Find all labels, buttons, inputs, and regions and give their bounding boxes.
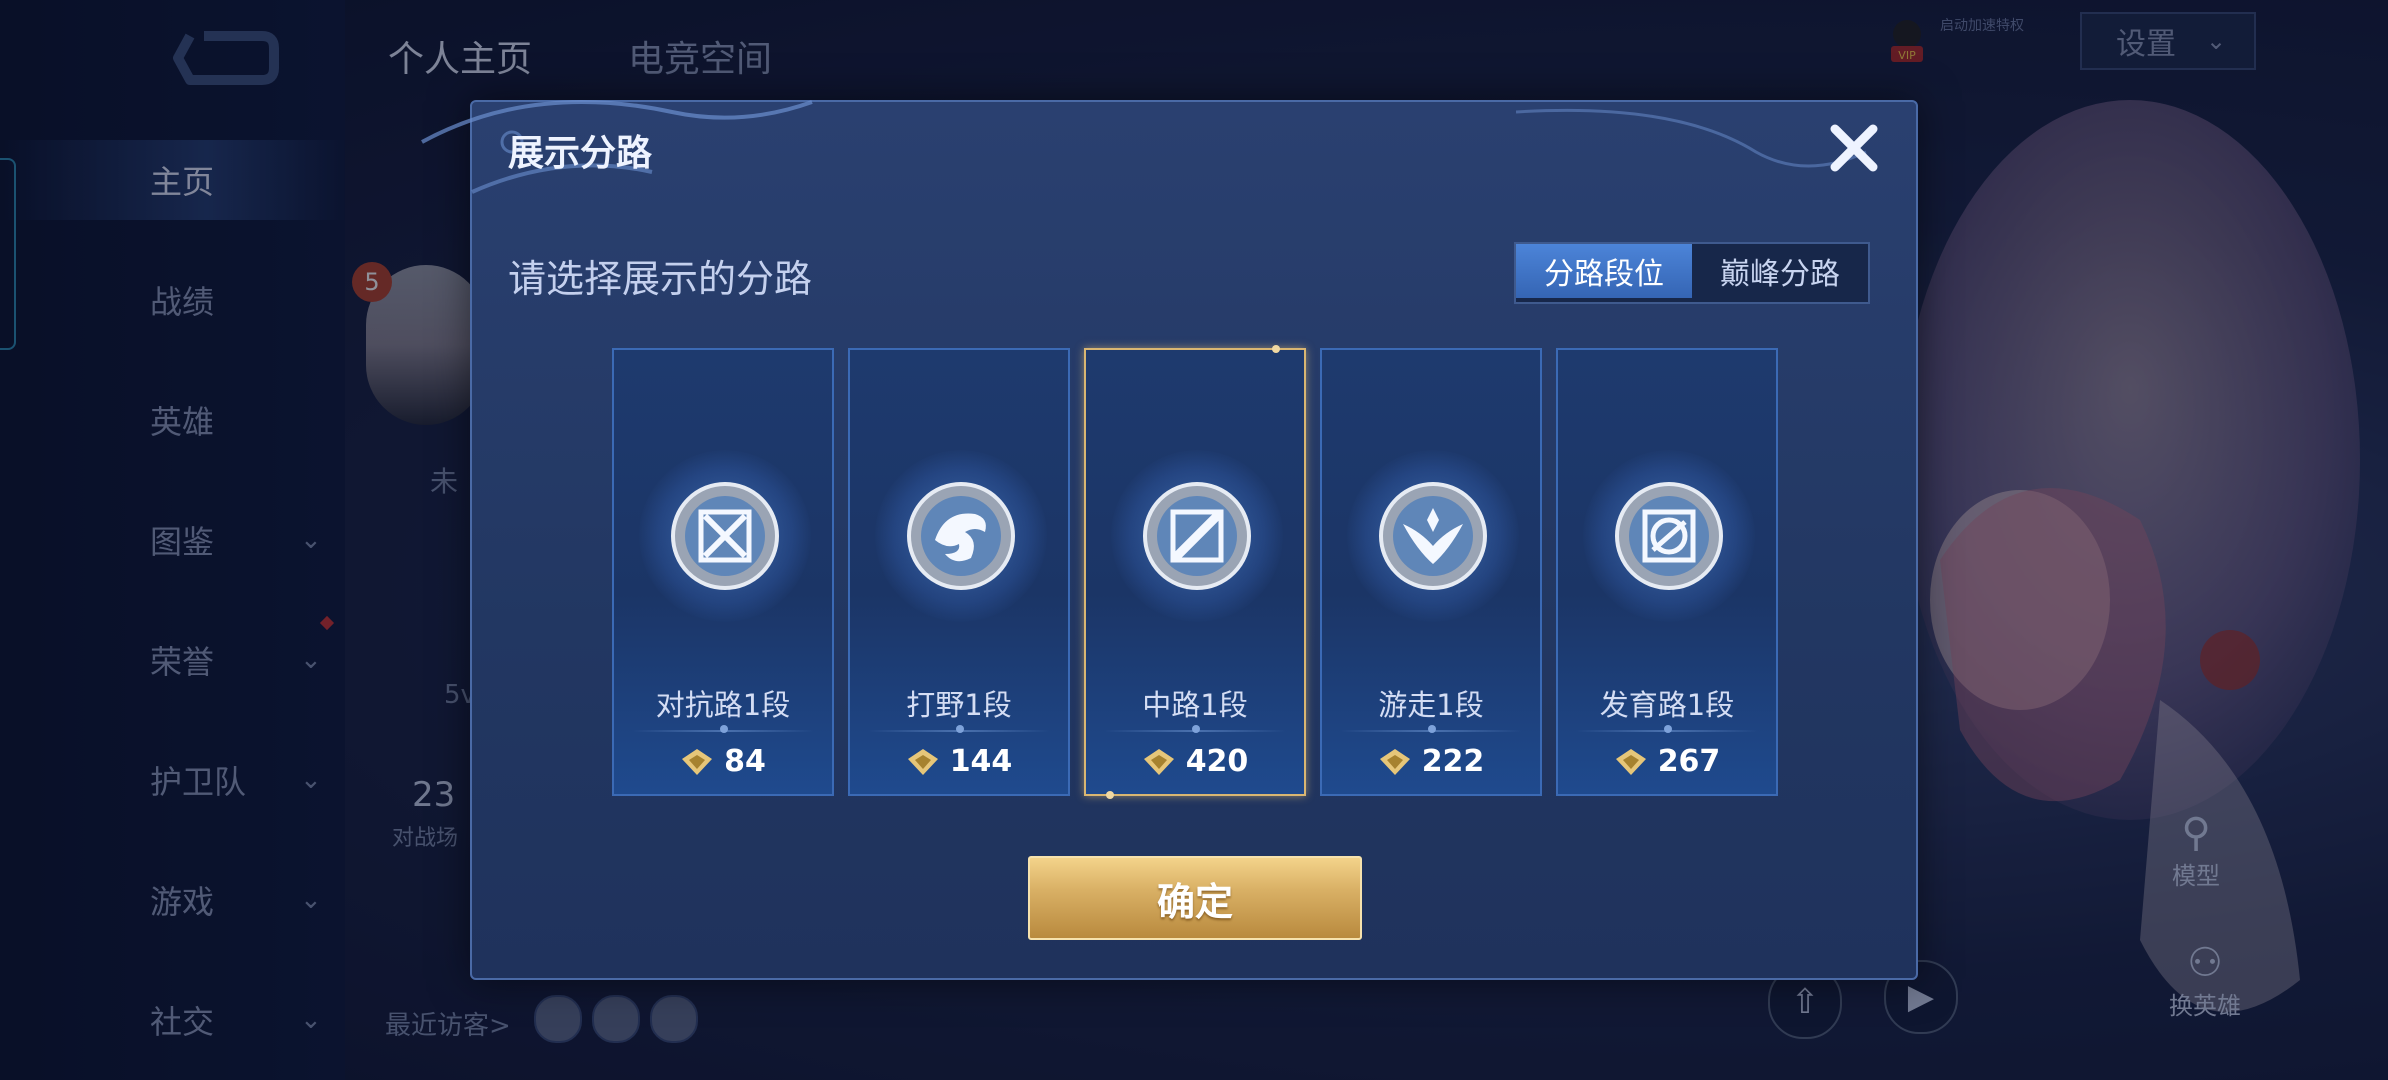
lane-score-value: 222 (1421, 744, 1485, 779)
lane-card-jungle[interactable]: 打野1段 144 (848, 348, 1070, 796)
lane-score-value: 267 (1657, 744, 1721, 779)
dialog-subtitle: 请选择展示的分路 (508, 257, 813, 301)
lane-score-value: 84 (724, 744, 766, 779)
lane-card-roam[interactable]: 游走1段 222 (1320, 348, 1542, 796)
dialog-title: 展示分路 (508, 133, 653, 174)
lane-score: 222 (1322, 744, 1540, 779)
corner-dot (1272, 345, 1280, 353)
lane-card-mid[interactable]: 中路1段 420 (1084, 345, 1306, 799)
jungle-icon (907, 482, 1015, 590)
lane-type-toggle: 分路段位 巅峰分路 (1514, 242, 1870, 304)
lane-card-list: 对抗路1段 84 打野1段 144 中路1段 420 游走1段 222 发育路1… (612, 345, 1778, 799)
lane-name: 对抗路1段 (655, 688, 791, 722)
lane-score-value: 144 (949, 744, 1013, 779)
lane-score: 267 (1558, 744, 1776, 779)
mid-lane-icon (1143, 482, 1251, 590)
clash-lane-icon (671, 482, 779, 590)
roam-icon (1379, 482, 1487, 590)
lane-score: 84 (614, 744, 832, 779)
divider-dot (956, 725, 964, 733)
lane-display-dialog: 展示分路 请选择展示的分路 分路段位 巅峰分路 对抗路1段 84 打野1段 14… (421, 100, 1918, 980)
divider-dot (1428, 725, 1436, 733)
confirm-button[interactable]: 确定 (1028, 856, 1362, 940)
rank-points-icon (1143, 748, 1174, 775)
lane-score: 420 (1086, 744, 1304, 779)
lane-name: 游走1段 (1378, 688, 1484, 722)
rank-points-icon (1615, 748, 1646, 775)
lane-score: 144 (850, 744, 1068, 779)
close-button[interactable] (1822, 116, 1886, 180)
lane-card-farm[interactable]: 发育路1段 267 (1556, 348, 1778, 796)
lane-card-clash[interactable]: 对抗路1段 84 (612, 348, 834, 796)
farm-lane-icon (1615, 482, 1723, 590)
divider-dot (1192, 725, 1200, 733)
tab-peak-lane[interactable]: 巅峰分路 (1692, 244, 1868, 298)
tab-lane-rank[interactable]: 分路段位 (1516, 244, 1692, 298)
rank-points-icon (907, 748, 938, 775)
lane-name: 中路1段 (1142, 688, 1248, 722)
lane-name: 发育路1段 (1599, 688, 1735, 722)
close-icon (1830, 124, 1878, 172)
lane-name: 打野1段 (906, 688, 1012, 722)
divider-dot (720, 725, 728, 733)
lane-score-value: 420 (1185, 744, 1249, 779)
rank-points-icon (682, 748, 713, 775)
divider-dot (1664, 725, 1672, 733)
rank-points-icon (1379, 748, 1410, 775)
corner-dot (1106, 791, 1114, 799)
